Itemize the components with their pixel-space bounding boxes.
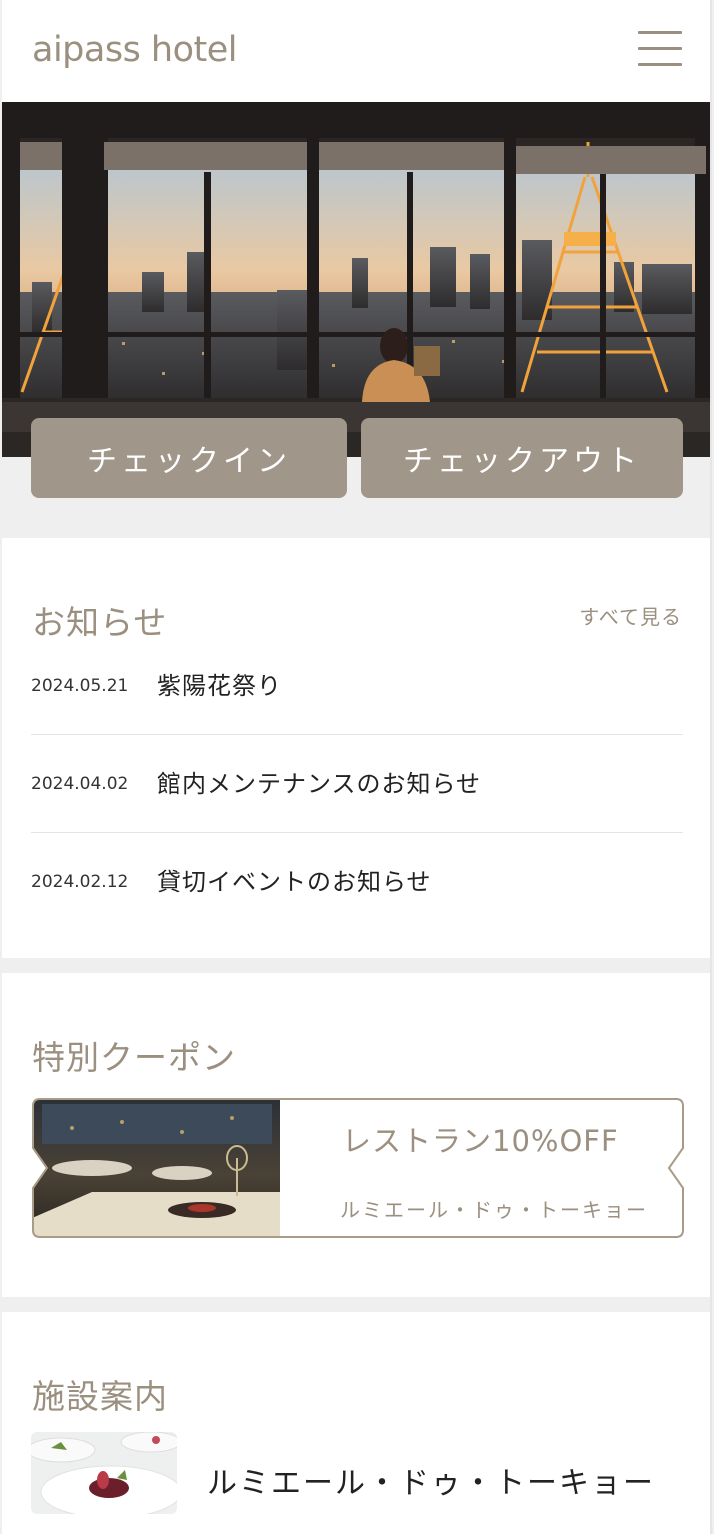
coupon-details: レストラン10%OFF ルミエール・ドゥ・トーキョー [310, 1098, 684, 1238]
hotel-logo[interactable]: aipass hotel [32, 30, 238, 70]
coupon-section: 特別クーポン レストラン10%OFF ルミエール・ドゥ・トーキョー [2, 973, 712, 1297]
coupon-venue: ルミエール・ドゥ・トーキョー [340, 1198, 648, 1222]
checkin-button[interactable]: チェックイン [31, 418, 347, 498]
news-title: 紫陽花祭り [157, 672, 282, 700]
facility-thumbnail [31, 1432, 177, 1514]
see-all-link[interactable]: すべて見る [579, 601, 682, 630]
scroll-edge [710, 0, 712, 1534]
news-title: 貸切イベントのお知らせ [157, 868, 432, 896]
news-title: 館内メンテナンスのお知らせ [157, 770, 482, 798]
news-item[interactable]: 2024.05.21 紫陽花祭り [31, 637, 683, 735]
facility-section-title: 施設案内 [32, 1377, 168, 1416]
app-page: aipass hotel チェックイン チェックアウト お知らせ すべて見る 2… [2, 0, 712, 1534]
news-date: 2024.02.12 [31, 872, 129, 892]
news-date: 2024.04.02 [31, 774, 129, 794]
news-section: お知らせ すべて見る 2024.05.21 紫陽花祭り 2024.04.02 館… [2, 538, 712, 958]
hamburger-menu-icon[interactable] [638, 28, 684, 70]
header: aipass hotel [2, 0, 712, 102]
checkout-button[interactable]: チェックアウト [361, 418, 683, 498]
hero-image [2, 102, 712, 457]
facility-item[interactable]: ルミエール・ドゥ・トーキョー [31, 1432, 683, 1514]
facility-section: 施設案内 ルミエール・ドゥ・トーキョー [2, 1312, 712, 1534]
coupon-card[interactable]: レストラン10%OFF ルミエール・ドゥ・トーキョー [32, 1098, 684, 1238]
coupon-title: レストラン10%OFF [342, 1124, 619, 1158]
news-item[interactable]: 2024.04.02 館内メンテナンスのお知らせ [31, 735, 683, 833]
news-item[interactable]: 2024.02.12 貸切イベントのお知らせ [31, 833, 683, 931]
coupon-section-title: 特別クーポン [32, 1038, 236, 1077]
facility-name: ルミエール・ドゥ・トーキョー [207, 1466, 655, 1501]
news-date: 2024.05.21 [31, 676, 129, 696]
